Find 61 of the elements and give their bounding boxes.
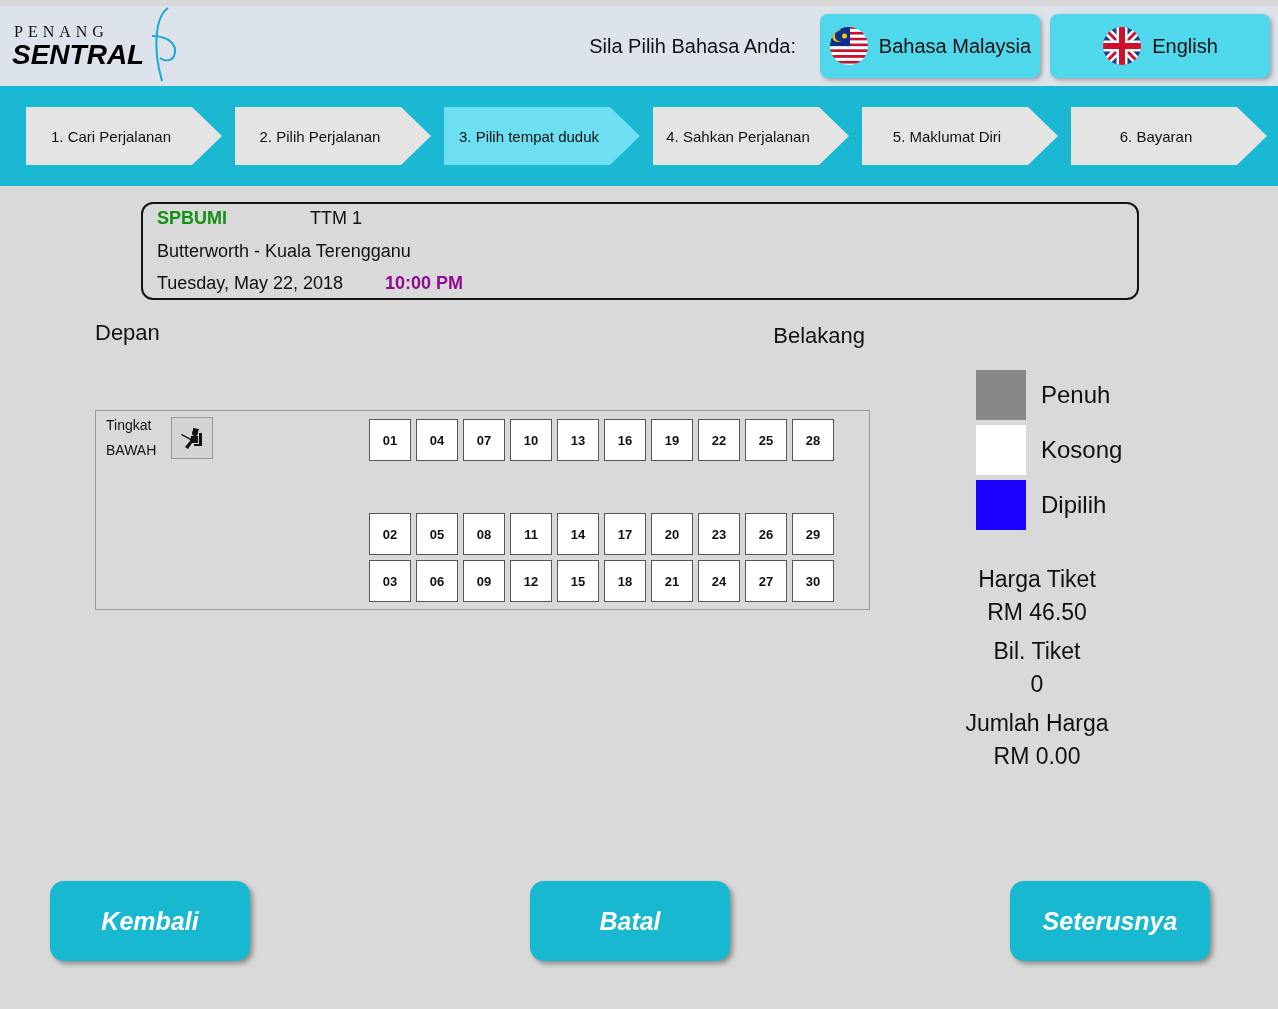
step-tab[interactable]: 3. Pilih tempat duduk — [444, 107, 640, 165]
step-tab[interactable]: 1. Cari Perjalanan — [26, 107, 222, 165]
seat-button[interactable]: 26 — [745, 513, 787, 555]
time-text: 10:00 PM — [385, 273, 464, 294]
step-tab[interactable]: 4. Sahkan Perjalanan — [653, 107, 849, 165]
date-text: Tuesday, May 22, 2018 — [157, 273, 345, 294]
seat-button[interactable]: 13 — [557, 419, 599, 461]
step-tab[interactable]: 2. Pilih Perjalanan — [235, 107, 431, 165]
seat-button[interactable]: 18 — [604, 560, 646, 602]
seat-button[interactable]: 21 — [651, 560, 693, 602]
route-text: Butterworth - Kuala Terengganu — [157, 240, 411, 262]
seat-button[interactable]: 27 — [745, 560, 787, 602]
deck-label: BAWAH — [106, 442, 158, 458]
seat-button[interactable]: 05 — [416, 513, 458, 555]
summary-value: 0 — [1030, 670, 1044, 699]
seat-button[interactable]: 11 — [510, 513, 552, 555]
legend-label: Kosong — [1041, 436, 1123, 464]
seat-button[interactable]: 28 — [792, 419, 834, 461]
seat-button[interactable]: 03 — [369, 560, 411, 602]
seat-button[interactable]: 19 — [651, 419, 693, 461]
seat-button[interactable]: 02 — [369, 513, 411, 555]
step-tab[interactable]: 5. Maklumat Diri — [862, 107, 1058, 165]
seat-button[interactable]: 10 — [510, 419, 552, 461]
seat-button[interactable]: 15 — [557, 560, 599, 602]
front-label: Depan — [95, 320, 160, 347]
language-prompt: Sila Pilih Bahasa Anda: — [589, 34, 796, 58]
seat-button[interactable]: 30 — [792, 560, 834, 602]
seat-button[interactable]: 29 — [792, 513, 834, 555]
deck-label: Tingkat — [106, 417, 153, 433]
logo-text: PENANG — [14, 23, 110, 41]
summary-value: RM 0.00 — [993, 742, 1081, 771]
seat-button[interactable]: 23 — [698, 513, 740, 555]
step-tab[interactable]: 6. Bayaran — [1071, 107, 1267, 165]
seat-button[interactable]: 24 — [698, 560, 740, 602]
summary-label: Bil. Tiket — [993, 637, 1081, 666]
seat-button[interactable]: 01 — [369, 419, 411, 461]
summary-value: RM 46.50 — [987, 598, 1087, 627]
seat-button[interactable]: 14 — [557, 513, 599, 555]
seat-button[interactable]: 08 — [463, 513, 505, 555]
driver-icon — [179, 425, 205, 451]
seat-button[interactable]: 17 — [604, 513, 646, 555]
malaysia-flag-icon — [828, 26, 869, 66]
seat-button[interactable]: 04 — [416, 419, 458, 461]
seat-button[interactable]: 06 — [416, 560, 458, 602]
seat-button[interactable]: 12 — [510, 560, 552, 602]
seat-button[interactable]: 20 — [651, 513, 693, 555]
seat-button[interactable]: 25 — [745, 419, 787, 461]
seat-button[interactable]: 09 — [463, 560, 505, 602]
legend-label: Dipilih — [1041, 491, 1107, 519]
back-label: Belakang — [773, 323, 865, 350]
language-button[interactable]: Bahasa Malaysia — [820, 14, 1040, 78]
bus-code: TTM 1 — [310, 208, 362, 229]
seat-button[interactable]: 07 — [463, 419, 505, 461]
seat-button[interactable]: 16 — [604, 419, 646, 461]
summary-label: Harga Tiket — [978, 565, 1096, 594]
legend-label: Penuh — [1041, 381, 1111, 409]
language-button[interactable]: English — [1050, 14, 1270, 78]
logo-text: SENTRAL — [12, 41, 146, 69]
seat-button[interactable]: 22 — [698, 419, 740, 461]
operator-name: SPBUMI — [157, 208, 228, 229]
summary-label: Jumlah Harga — [965, 709, 1109, 738]
